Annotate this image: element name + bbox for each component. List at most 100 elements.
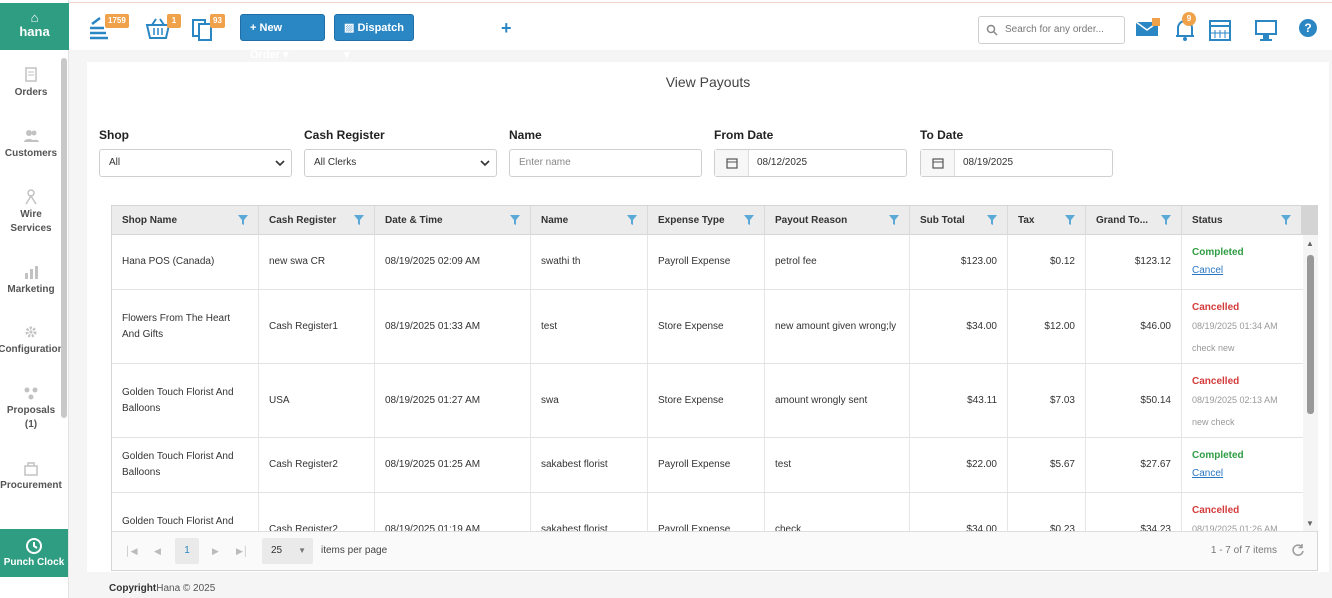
filter-icon[interactable]	[238, 215, 248, 225]
table-cell-shop: Golden Touch Florist And Balloons	[122, 386, 234, 414]
column-header[interactable]: Name	[530, 206, 647, 235]
table-cell-status: Cancelled 08/19/2025 01:34 AM check new	[1181, 290, 1301, 363]
refresh-icon[interactable]	[1291, 543, 1305, 557]
grid-vertical-scrollbar[interactable]: ▲ ▼	[1303, 235, 1318, 531]
column-header-label: Expense Type	[658, 215, 725, 226]
column-header[interactable]: Status	[1181, 206, 1301, 235]
calendar-icon[interactable]	[1206, 16, 1234, 44]
dispatch-button[interactable]: ▨ Dispatch ▾	[334, 14, 414, 61]
prev-page-icon[interactable]: ◀	[154, 546, 161, 557]
status-badge: Cancelled	[1192, 376, 1240, 387]
column-header[interactable]: Grand To...	[1085, 206, 1181, 235]
table-cell-grand: $46.00	[1085, 290, 1181, 363]
home-logo[interactable]: ⌂ hana	[0, 3, 69, 50]
name-input[interactable]: Enter name	[509, 149, 702, 177]
sidebar-item-customers[interactable]: Customers	[0, 127, 62, 161]
table-cell-reason: test	[764, 438, 909, 492]
table-row[interactable]: Golden Touch Florist And Balloons Cash Re…	[112, 438, 1303, 493]
column-header[interactable]: Date & Time	[374, 206, 530, 235]
table-row[interactable]: Flowers From The Heart And Gifts Cash Reg…	[112, 290, 1303, 364]
search-input[interactable]: Search for any order...	[978, 16, 1125, 44]
table-cell-tax: $5.67	[1007, 438, 1085, 492]
column-header[interactable]: Sub Total	[909, 206, 1007, 235]
table-cell-expense: Payroll Expense	[647, 235, 764, 289]
scroll-down-icon[interactable]: ▼	[1306, 519, 1314, 528]
scroll-up-icon[interactable]: ▲	[1306, 239, 1314, 248]
table-cell-subtotal: $34.00	[909, 493, 1007, 531]
proposals-icon	[24, 387, 38, 400]
sidebar-item-procurement[interactable]: Procurement	[0, 459, 66, 493]
table-row[interactable]: Golden Touch Florist And Balloons Cash Re…	[112, 493, 1303, 531]
table-row[interactable]: Golden Touch Florist And Balloons USA 08/1…	[112, 364, 1303, 438]
customers-icon	[24, 130, 39, 142]
cash-register-select[interactable]: All Clerks	[304, 149, 497, 177]
sidebar-item-wire-services[interactable]: Wire Services	[0, 188, 62, 236]
scrollbar-thumb[interactable]	[1307, 255, 1314, 414]
add-icon[interactable]: +	[501, 18, 512, 39]
filter-icon[interactable]	[744, 215, 754, 225]
calendar-icon[interactable]	[715, 150, 749, 176]
table-cell-reason: check	[764, 493, 909, 531]
column-header[interactable]: Tax	[1007, 206, 1085, 235]
from-date-input[interactable]: 08/12/2025	[714, 149, 907, 177]
table-cell-datetime: 08/19/2025 01:25 AM	[374, 438, 530, 492]
filter-icon[interactable]	[889, 215, 899, 225]
filter-icon[interactable]	[510, 215, 520, 225]
column-header[interactable]: Expense Type	[647, 206, 764, 235]
current-page[interactable]: 1	[175, 538, 199, 564]
column-header[interactable]: Shop Name	[112, 206, 258, 235]
sidebar-item-label: Orders	[14, 87, 48, 98]
table-cell-expense: Store Expense	[647, 290, 764, 363]
filter-icon[interactable]	[1281, 215, 1291, 225]
cancel-note: check new	[1192, 343, 1235, 353]
table-cell-tax: $0.12	[1007, 235, 1085, 289]
column-header-label: Payout Reason	[775, 215, 848, 226]
filter-icon[interactable]	[354, 215, 364, 225]
first-page-icon[interactable]: │◀	[125, 546, 138, 557]
cancel-link[interactable]: Cancel	[1192, 263, 1223, 279]
mail-icon[interactable]	[1134, 16, 1162, 44]
sidebar-item-proposals[interactable]: Proposals (1)	[0, 384, 62, 432]
sidebar-item-label: Procurement	[0, 480, 62, 491]
page-size-select[interactable]: 25 ▼	[262, 538, 313, 564]
table-cell-reason: amount wrongly sent	[764, 364, 909, 437]
column-header[interactable]: Payout Reason	[764, 206, 909, 235]
calendar-icon[interactable]	[921, 150, 955, 176]
sidebar-item-marketing[interactable]: Marketing	[0, 263, 62, 297]
table-cell-expense: Payroll Expense	[647, 438, 764, 492]
filter-icon[interactable]	[627, 215, 637, 225]
sidebar-scrollbar[interactable]	[61, 58, 67, 418]
monitor-icon[interactable]	[1252, 16, 1280, 44]
last-page-icon[interactable]: ▶│	[236, 546, 249, 557]
filter-icon[interactable]	[1161, 215, 1171, 225]
table-cell-shop: Hana POS (Canada)	[122, 256, 215, 267]
procurement-icon	[24, 462, 38, 476]
sidebar-item-orders[interactable]: Orders	[0, 66, 62, 100]
grid-body: Hana POS (Canada) new swa CR 08/19/2025 02…	[112, 235, 1303, 531]
cancel-link[interactable]: Cancel	[1192, 466, 1223, 482]
filter-icon[interactable]	[1065, 215, 1075, 225]
help-icon[interactable]: ?	[1296, 16, 1324, 44]
table-row[interactable]: Hana POS (Canada) new swa CR 08/19/2025 02…	[112, 235, 1303, 290]
new-order-button[interactable]: + New Order ▾	[240, 14, 325, 61]
table-cell-grand: $123.12	[1085, 235, 1181, 289]
table-cell-status: Completed Cancel	[1181, 235, 1301, 289]
to-date-input[interactable]: 08/19/2025	[920, 149, 1113, 177]
page-size-label: items per page	[321, 545, 388, 556]
shop-select[interactable]: All	[99, 149, 292, 177]
cancelled-time: 08/19/2025 01:26 AM	[1192, 524, 1278, 531]
table-cell-register: Cash Register1	[258, 290, 374, 363]
filter-icon[interactable]	[987, 215, 997, 225]
table-cell-grand: $50.14	[1085, 364, 1181, 437]
column-header-label: Cash Register	[269, 215, 337, 226]
table-cell-register: Cash Register2	[258, 493, 374, 531]
next-page-icon[interactable]: ▶	[212, 546, 219, 557]
sidebar-item-configuration[interactable]: Configuration	[0, 323, 66, 357]
column-header-label: Shop Name	[122, 215, 178, 226]
table-cell-status: Cancelled 08/19/2025 02:13 AM new check	[1181, 364, 1301, 437]
cancelled-time: 08/19/2025 02:13 AM	[1192, 395, 1278, 405]
column-header[interactable]: Cash Register	[258, 206, 374, 235]
punch-clock-button[interactable]: Punch Clock	[0, 529, 68, 577]
svg-text:?: ?	[1304, 21, 1311, 35]
to-date-label: To Date	[920, 128, 964, 142]
